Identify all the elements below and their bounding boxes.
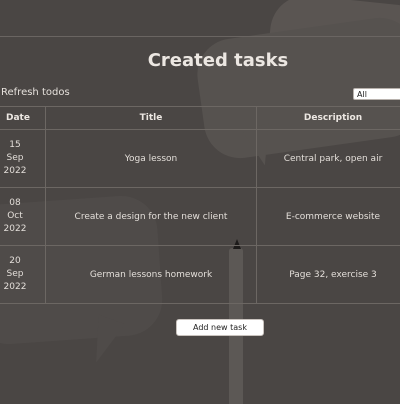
task-date-year: 2022: [3, 282, 27, 292]
task-date-day: 20: [9, 256, 21, 266]
tasks-table: Date Title Description 15 Sep 2022 Yoga …: [0, 106, 400, 304]
task-date-month: Oct: [7, 211, 23, 221]
table-row: 20 Sep 2022 German lessons homework Page…: [0, 245, 400, 304]
task-date-year: 2022: [3, 166, 27, 176]
header-divider: [0, 36, 400, 37]
filter-select[interactable]: All: [353, 88, 400, 100]
task-date-month: Sep: [6, 153, 24, 163]
table-row: 08 Oct 2022 Create a design for the new …: [0, 187, 400, 246]
column-header-title: Title: [45, 106, 257, 130]
add-new-task-button[interactable]: Add new task: [176, 319, 264, 336]
task-title-cell: Create a design for the new client: [45, 187, 257, 246]
task-description-cell: Page 32, exercise 3: [256, 245, 400, 304]
task-date-cell: 15 Sep 2022: [0, 129, 46, 188]
refresh-todos-link[interactable]: Refresh todos: [1, 87, 70, 98]
task-title-cell: Yoga lesson: [45, 129, 257, 188]
task-title-cell: German lessons homework: [45, 245, 257, 304]
column-header-description: Description: [256, 106, 400, 130]
task-date-cell: 08 Oct 2022: [0, 187, 46, 246]
task-date-day: 15: [9, 140, 21, 150]
task-date-month: Sep: [6, 269, 24, 279]
toolbar: Refresh todos All: [0, 87, 400, 103]
column-header-date: Date: [0, 106, 46, 130]
task-date-year: 2022: [3, 224, 27, 234]
task-description-cell: E-commerce website: [256, 187, 400, 246]
task-date-day: 08: [9, 198, 21, 208]
task-description-cell: Central park, open air: [256, 129, 400, 188]
table-row: 15 Sep 2022 Yoga lesson Central park, op…: [0, 129, 400, 188]
table-header-row: Date Title Description: [0, 106, 400, 130]
page-title: Created tasks: [147, 50, 289, 71]
task-date-cell: 20 Sep 2022: [0, 245, 46, 304]
